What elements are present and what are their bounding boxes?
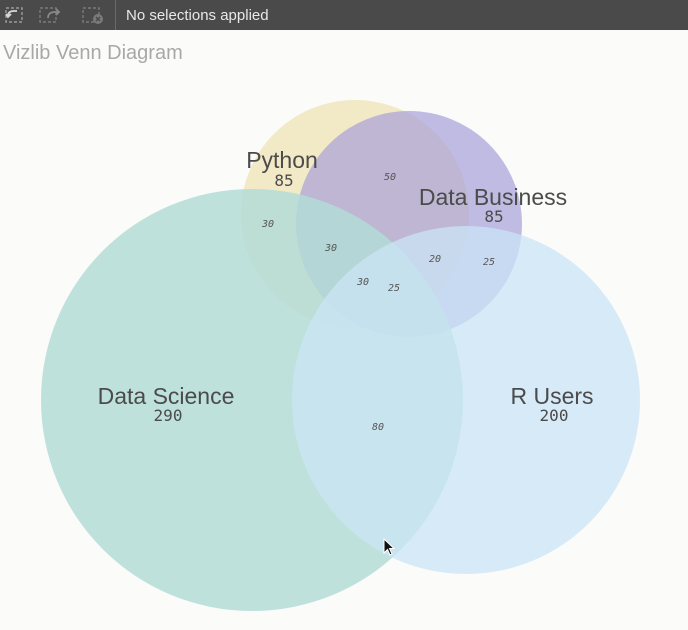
- set-value-python: 85: [274, 171, 293, 190]
- set-label-python: Python: [246, 147, 318, 173]
- intersection-value[interactable]: 20: [429, 254, 441, 265]
- set-value-r-users: 200: [540, 406, 569, 425]
- intersection-value[interactable]: 30: [261, 219, 274, 230]
- intersection-value[interactable]: 80: [372, 422, 384, 433]
- intersection-value[interactable]: 50: [384, 172, 396, 183]
- intersection-value[interactable]: 30: [324, 243, 337, 254]
- intersection-value[interactable]: 30: [356, 277, 369, 288]
- set-value-data-business: 85: [484, 207, 503, 226]
- mouse-cursor-icon: [383, 538, 396, 556]
- set-value-data-science: 290: [154, 406, 183, 425]
- intersection-value[interactable]: 25: [483, 257, 495, 268]
- intersection-value[interactable]: 25: [388, 283, 400, 294]
- venn-diagram[interactable]: Python85Data Business85Data Science290R …: [0, 0, 688, 630]
